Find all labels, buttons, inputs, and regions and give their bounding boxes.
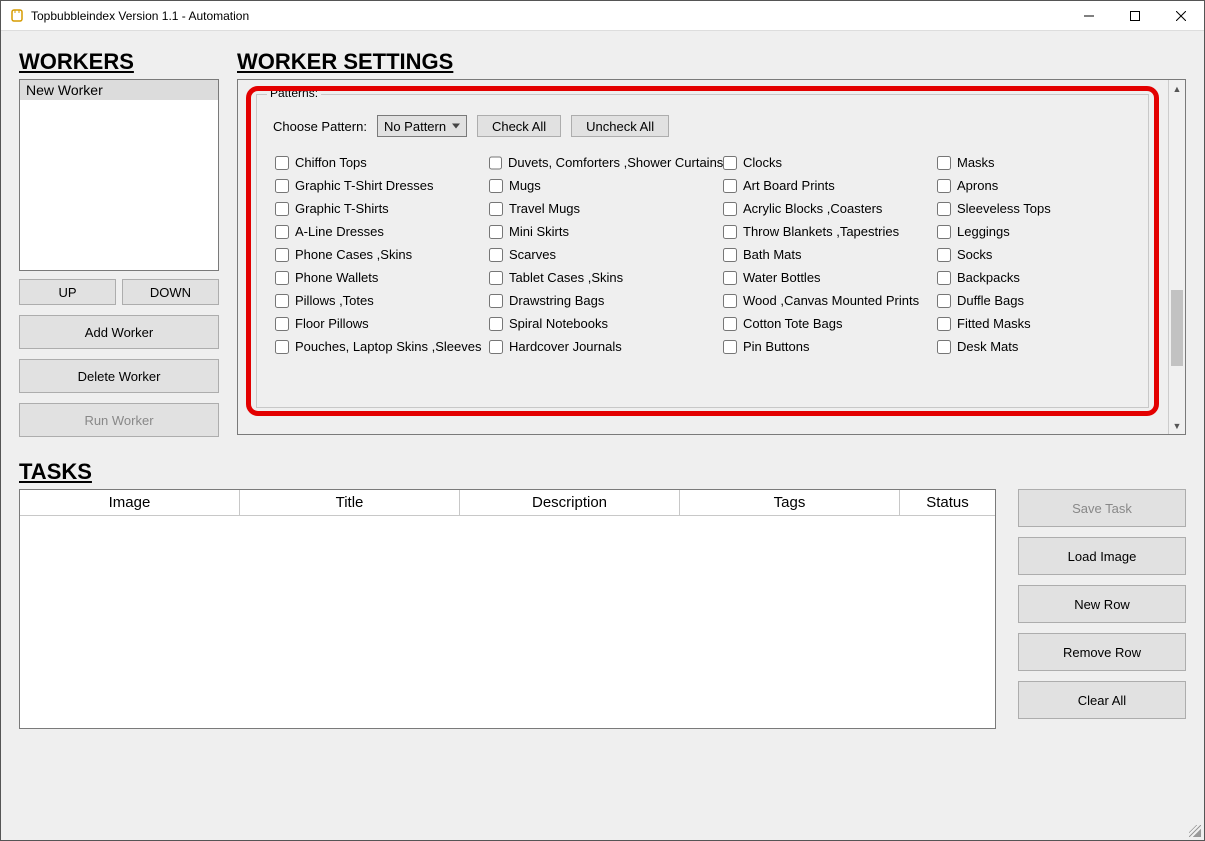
pattern-checkbox[interactable]: Leggings bbox=[937, 224, 1107, 239]
settings-heading: WORKER SETTINGS bbox=[237, 49, 1186, 75]
pattern-checkbox[interactable]: Phone Wallets bbox=[275, 270, 485, 285]
pattern-checkbox[interactable]: Aprons bbox=[937, 178, 1107, 193]
pattern-checkbox[interactable]: Mini Skirts bbox=[489, 224, 719, 239]
resize-grip-icon[interactable] bbox=[1189, 825, 1201, 837]
pattern-checkbox[interactable]: Drawstring Bags bbox=[489, 293, 719, 308]
column-description[interactable]: Description bbox=[460, 490, 680, 516]
settings-scrollpane: Patterns: Choose Pattern: No Pattern Che… bbox=[237, 79, 1186, 435]
worker-down-button[interactable]: DOWN bbox=[122, 279, 219, 305]
pattern-checkbox[interactable]: Cotton Tote Bags bbox=[723, 316, 933, 331]
tasks-table[interactable]: Image Title Description Tags Status bbox=[19, 489, 996, 729]
pattern-checkbox[interactable]: Art Board Prints bbox=[723, 178, 933, 193]
pattern-checkbox[interactable]: Mugs bbox=[489, 178, 719, 193]
tasks-heading: TASKS bbox=[19, 459, 996, 485]
workers-panel: WORKERS New Worker UP DOWN Add Worker De… bbox=[19, 49, 219, 437]
scroll-thumb[interactable] bbox=[1171, 290, 1183, 366]
pattern-checkbox[interactable]: Sleeveless Tops bbox=[937, 201, 1107, 216]
pattern-checkbox[interactable]: Graphic T-Shirts bbox=[275, 201, 485, 216]
scroll-up-icon[interactable]: ▲ bbox=[1169, 80, 1185, 97]
pattern-checkbox[interactable]: Bath Mats bbox=[723, 247, 933, 262]
pattern-checkbox[interactable]: Spiral Notebooks bbox=[489, 316, 719, 331]
column-title[interactable]: Title bbox=[240, 490, 460, 516]
pattern-checkbox[interactable]: A-Line Dresses bbox=[275, 224, 485, 239]
tasks-buttons: Save Task Load Image New Row Remove Row … bbox=[1018, 459, 1186, 729]
pattern-checkbox[interactable]: Throw Blankets ,Tapestries bbox=[723, 224, 933, 239]
pattern-checkbox[interactable]: Fitted Masks bbox=[937, 316, 1107, 331]
worker-list[interactable]: New Worker bbox=[19, 79, 219, 271]
patterns-groupbox: Patterns: Choose Pattern: No Pattern Che… bbox=[256, 94, 1149, 408]
remove-row-button[interactable]: Remove Row bbox=[1018, 633, 1186, 671]
choose-pattern-label: Choose Pattern: bbox=[273, 119, 367, 134]
check-all-button[interactable]: Check All bbox=[477, 115, 561, 137]
pattern-checkbox[interactable]: Pouches, Laptop Skins ,Sleeves bbox=[275, 339, 485, 354]
delete-worker-button[interactable]: Delete Worker bbox=[19, 359, 219, 393]
app-window: Topbubbleindex Version 1.1 - Automation … bbox=[0, 0, 1205, 841]
app-icon bbox=[9, 8, 25, 24]
run-worker-button[interactable]: Run Worker bbox=[19, 403, 219, 437]
pattern-checkbox[interactable]: Masks bbox=[937, 155, 1107, 170]
minimize-button[interactable] bbox=[1066, 1, 1112, 31]
settings-panel: WORKER SETTINGS Patterns: Choose Pattern… bbox=[237, 49, 1186, 435]
pattern-checkbox[interactable]: Pin Buttons bbox=[723, 339, 933, 354]
close-button[interactable] bbox=[1158, 1, 1204, 31]
clear-all-button[interactable]: Clear All bbox=[1018, 681, 1186, 719]
pattern-checkbox[interactable]: Backpacks bbox=[937, 270, 1107, 285]
save-task-button[interactable]: Save Task bbox=[1018, 489, 1186, 527]
pattern-checkbox[interactable]: Phone Cases ,Skins bbox=[275, 247, 485, 262]
titlebar: Topbubbleindex Version 1.1 - Automation bbox=[1, 1, 1204, 31]
settings-scrollbar[interactable]: ▲ ▼ bbox=[1168, 80, 1185, 434]
column-tags[interactable]: Tags bbox=[680, 490, 900, 516]
pattern-checkbox[interactable]: Hardcover Journals bbox=[489, 339, 719, 354]
pattern-select[interactable]: No Pattern bbox=[377, 115, 467, 137]
pattern-checkbox[interactable]: Duvets, Comforters ,Shower Curtains bbox=[489, 155, 719, 170]
pattern-checkbox[interactable]: Chiffon Tops bbox=[275, 155, 485, 170]
column-status[interactable]: Status bbox=[900, 490, 995, 516]
window-title: Topbubbleindex Version 1.1 - Automation bbox=[31, 9, 1066, 23]
pattern-checkbox[interactable]: Clocks bbox=[723, 155, 933, 170]
column-image[interactable]: Image bbox=[20, 490, 240, 516]
add-worker-button[interactable]: Add Worker bbox=[19, 315, 219, 349]
pattern-checkbox[interactable]: Graphic T-Shirt Dresses bbox=[275, 178, 485, 193]
pattern-checkbox[interactable]: Socks bbox=[937, 247, 1107, 262]
worker-up-button[interactable]: UP bbox=[19, 279, 116, 305]
patterns-legend: Patterns: bbox=[267, 86, 321, 100]
pattern-checkbox[interactable]: Desk Mats bbox=[937, 339, 1107, 354]
pattern-select-value: No Pattern bbox=[384, 119, 446, 134]
tasks-table-header: Image Title Description Tags Status bbox=[20, 490, 995, 516]
pattern-checkbox[interactable]: Wood ,Canvas Mounted Prints bbox=[723, 293, 933, 308]
uncheck-all-button[interactable]: Uncheck All bbox=[571, 115, 669, 137]
maximize-button[interactable] bbox=[1112, 1, 1158, 31]
content-area: WORKERS New Worker UP DOWN Add Worker De… bbox=[1, 31, 1204, 840]
new-row-button[interactable]: New Row bbox=[1018, 585, 1186, 623]
tasks-section: TASKS Image Title Description Tags Statu… bbox=[19, 459, 1186, 729]
pattern-checkbox[interactable]: Scarves bbox=[489, 247, 719, 262]
pattern-checkbox[interactable]: Acrylic Blocks ,Coasters bbox=[723, 201, 933, 216]
pattern-checkbox[interactable]: Water Bottles bbox=[723, 270, 933, 285]
worker-list-item[interactable]: New Worker bbox=[20, 80, 218, 100]
pattern-checkbox[interactable]: Pillows ,Totes bbox=[275, 293, 485, 308]
pattern-checkbox[interactable]: Tablet Cases ,Skins bbox=[489, 270, 719, 285]
scroll-down-icon[interactable]: ▼ bbox=[1169, 417, 1185, 434]
pattern-checkbox[interactable]: Floor Pillows bbox=[275, 316, 485, 331]
load-image-button[interactable]: Load Image bbox=[1018, 537, 1186, 575]
pattern-checkbox[interactable]: Duffle Bags bbox=[937, 293, 1107, 308]
pattern-checkbox-grid: Chiffon Tops Duvets, Comforters ,Shower … bbox=[257, 143, 1148, 360]
workers-heading: WORKERS bbox=[19, 49, 219, 75]
pattern-checkbox[interactable]: Travel Mugs bbox=[489, 201, 719, 216]
